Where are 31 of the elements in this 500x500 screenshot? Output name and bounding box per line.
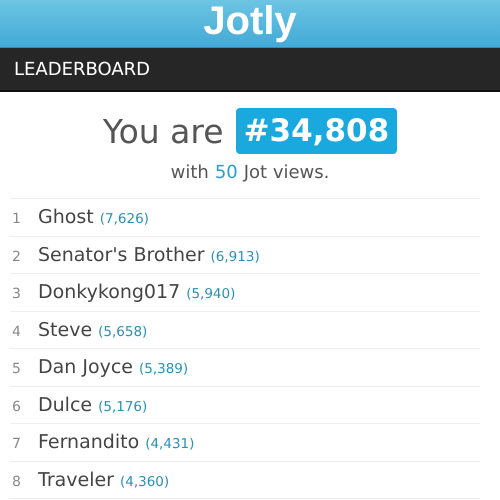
rank-badge: #34,808 (236, 108, 398, 154)
views-suffix: Jot views. (244, 162, 330, 183)
rank-number: 8 (11, 472, 22, 492)
rank-number: 2 (11, 248, 22, 266)
player-score: (5,176) (98, 398, 148, 416)
rank-number: 3 (11, 285, 22, 304)
views-count: 50 (214, 162, 238, 183)
section-title: LEADERBOARD (14, 58, 150, 80)
player-score: (6,913) (210, 248, 260, 266)
rank-number: 5 (11, 360, 22, 379)
player-name: Dulce (38, 392, 92, 418)
rank-number: 1 (11, 210, 22, 229)
player-name: Steve (38, 318, 92, 342)
rank-label: You are (102, 112, 224, 150)
app-logo: Jotly (203, 1, 297, 45)
rank-number: 6 (11, 398, 22, 416)
player-name: Dan Joyce (38, 355, 133, 380)
player-score: (5,940) (186, 285, 236, 304)
player-name: Senator's Brother (38, 242, 205, 268)
player-score: (5,389) (138, 360, 188, 379)
player-name: Traveler (38, 468, 114, 492)
player-score: (7,626) (100, 210, 149, 229)
rank-number: 4 (11, 322, 22, 342)
player-score: (4,431) (145, 435, 194, 454)
player-score: (5,658) (98, 322, 148, 342)
views-prefix: with (170, 162, 209, 183)
player-name: Ghost (38, 205, 94, 230)
player-name: Fernandito (38, 430, 140, 455)
rank-number: 7 (11, 435, 22, 454)
player-score: (4,360) (120, 472, 170, 492)
player-name: Donkykong017 (38, 280, 180, 305)
